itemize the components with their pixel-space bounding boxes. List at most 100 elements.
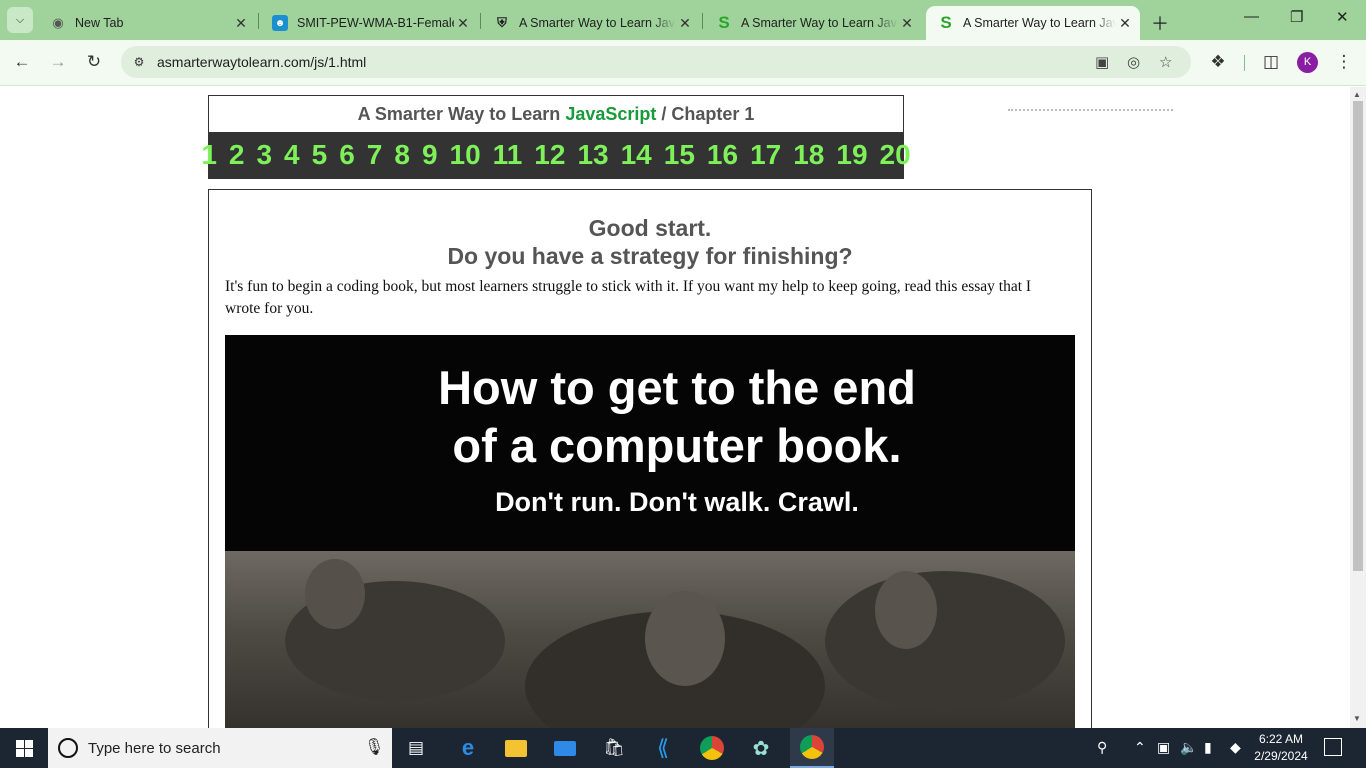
side-panel-button[interactable]: ◫	[1260, 52, 1282, 72]
chapter-link-1[interactable]: 1	[201, 139, 217, 171]
intro-paragraph: It's fun to begin a coding book, but mos…	[225, 278, 1032, 317]
photo-figure-right	[825, 571, 1065, 711]
microphone-icon[interactable]: 🎙	[364, 737, 384, 757]
edge-icon[interactable]: e	[454, 734, 482, 762]
page-scrollbar[interactable]: ▲ ▼	[1350, 87, 1366, 728]
chapter-link-5[interactable]: 5	[312, 139, 328, 171]
chatgpt-icon[interactable]: ✿	[747, 734, 775, 762]
restore-button[interactable]: ❐	[1290, 8, 1303, 26]
taskbar-search[interactable]: Type here to search 🎙	[48, 728, 392, 768]
scroll-down-icon[interactable]: ▼	[1353, 714, 1361, 723]
kebab-menu-icon: ⋮	[1335, 52, 1353, 71]
volume-icon[interactable]: 🔈	[1180, 739, 1197, 756]
tab-new-tab[interactable]: ◉ New Tab ✕	[38, 6, 256, 40]
chapter-link-14[interactable]: 14	[621, 139, 652, 171]
chapter-header: A Smarter Way to Learn JavaScript / Chap…	[201, 95, 911, 179]
plus-icon: ＋	[1151, 14, 1169, 34]
extensions-button[interactable]: ❖	[1207, 52, 1229, 72]
taskbar-clock[interactable]: 6:22 AM 2/29/2024	[1250, 731, 1312, 765]
reload-button[interactable]: ↻	[83, 52, 105, 72]
photo-head-right	[875, 571, 937, 649]
photo-head-center	[645, 591, 725, 686]
chapter-link-12[interactable]: 12	[534, 139, 565, 171]
chapter-link-15[interactable]: 15	[664, 139, 695, 171]
chapter-link-8[interactable]: 8	[394, 139, 410, 171]
notification-icon[interactable]	[1324, 738, 1342, 756]
task-view-icon[interactable]: ▤	[402, 734, 430, 762]
chapter-link-4[interactable]: 4	[284, 139, 300, 171]
s-logo-icon: S	[718, 13, 730, 32]
forward-button[interactable]: →	[47, 52, 69, 72]
site-info-icon[interactable]: ⚙	[129, 52, 149, 72]
tab-smarter-way-1[interactable]: ⛨ A Smarter Way to Learn Java ✕	[482, 6, 700, 40]
chapter-link-20[interactable]: 20	[880, 139, 911, 171]
url-text[interactable]: asmarterwaytolearn.com/js/1.html	[157, 54, 366, 70]
page-heading: Good start. Do you have a strategy for f…	[209, 214, 1091, 270]
breadcrumb: A Smarter Way to Learn JavaScript / Chap…	[209, 104, 903, 125]
photo-head-left	[305, 559, 365, 629]
camera-blocked-icon[interactable]: ▣	[1095, 53, 1109, 71]
chrome-icon[interactable]	[698, 734, 726, 762]
bookmark-star-icon[interactable]: ☆	[1159, 53, 1172, 71]
chapter-link-10[interactable]: 10	[450, 139, 481, 171]
chrome-icon: ◉	[52, 15, 64, 30]
essay-banner[interactable]: How to get to the end of a computer book…	[225, 335, 1075, 728]
store-icon[interactable]: 🛍	[600, 734, 628, 762]
minimize-button[interactable]: —	[1244, 8, 1259, 25]
close-icon[interactable]: ✕	[232, 15, 250, 32]
close-icon[interactable]: ✕	[898, 15, 916, 32]
close-icon[interactable]: ✕	[1116, 15, 1134, 32]
close-icon[interactable]: ✕	[454, 15, 472, 32]
chapter-link-16[interactable]: 16	[707, 139, 738, 171]
breadcrumb-subject[interactable]: JavaScript	[565, 104, 656, 124]
chrome-profile-taskbar-button[interactable]	[790, 728, 834, 768]
chapter-link-17[interactable]: 17	[750, 139, 781, 171]
chapter-link-9[interactable]: 9	[422, 139, 438, 171]
scroll-up-icon[interactable]: ▲	[1353, 90, 1361, 99]
scroll-thumb[interactable]	[1353, 101, 1363, 571]
vscode-icon[interactable]: ⟪	[649, 734, 677, 762]
chapter-link-18[interactable]: 18	[793, 139, 824, 171]
breadcrumb-chapter: Chapter 1	[671, 104, 755, 124]
chapter-link-6[interactable]: 6	[339, 139, 355, 171]
web-page: A Smarter Way to Learn JavaScript / Chap…	[0, 87, 1350, 728]
profile-avatar[interactable]: K	[1297, 52, 1318, 73]
restore-icon: ❐	[1290, 9, 1304, 26]
close-icon[interactable]: ✕	[676, 15, 694, 32]
start-button[interactable]	[0, 728, 48, 768]
tab-smarter-way-2[interactable]: S A Smarter Way to Learn Java ✕	[704, 6, 922, 40]
tab-smarter-way-active[interactable]: S A Smarter Way to Learn Java ✕	[926, 6, 1140, 40]
dotted-divider	[1008, 109, 1173, 111]
close-window-button[interactable]: ✕	[1336, 8, 1349, 26]
close-icon: ✕	[1336, 9, 1349, 26]
tab-smit[interactable]: ☻ SMIT-PEW-WMA-B1-Female ✕	[260, 6, 478, 40]
eye-off-icon[interactable]: ◎	[1127, 53, 1140, 71]
chapter-link-3[interactable]: 3	[256, 139, 272, 171]
banner-subtitle: Don't run. Don't walk. Crawl.	[495, 487, 859, 517]
new-tab-button[interactable]: ＋	[1151, 10, 1169, 36]
chapter-link-2[interactable]: 2	[229, 139, 245, 171]
minimize-icon: —	[1244, 8, 1259, 25]
wifi-icon[interactable]: ◆	[1230, 739, 1241, 756]
tab-search-button[interactable]: ⌵	[7, 7, 33, 33]
reload-icon: ↻	[86, 52, 102, 71]
battery-icon[interactable]: ▮	[1204, 739, 1212, 756]
chevron-up-icon[interactable]: ⌃	[1134, 739, 1146, 756]
back-button[interactable]: ←	[11, 52, 33, 72]
chapter-link-19[interactable]: 19	[836, 139, 867, 171]
security-icon[interactable]: ▣	[1157, 739, 1170, 756]
chapter-link-7[interactable]: 7	[367, 139, 383, 171]
mud-crawl-photo	[225, 551, 1075, 728]
tab-separator	[702, 13, 703, 29]
chapter-link-11[interactable]: 11	[493, 139, 523, 171]
people-icon[interactable]: ⚲	[1097, 739, 1107, 756]
menu-button[interactable]: ⋮	[1333, 52, 1355, 72]
file-explorer-icon[interactable]	[502, 734, 530, 762]
clock-date: 2/29/2024	[1254, 749, 1308, 763]
breadcrumb-separator: /	[656, 104, 672, 124]
s-logo-icon: S	[940, 13, 952, 32]
chapter-link-13[interactable]: 13	[577, 139, 608, 171]
mail-icon[interactable]	[551, 734, 579, 762]
address-bar[interactable]: ⚙ asmarterwaytolearn.com/js/1.html ▣ ◎ ☆	[121, 46, 1191, 78]
chapter-nav: 1 2 3 4 5 6 7 8 9 10 11 12 13 14 15 16 17 18 19 20	[201, 132, 911, 178]
